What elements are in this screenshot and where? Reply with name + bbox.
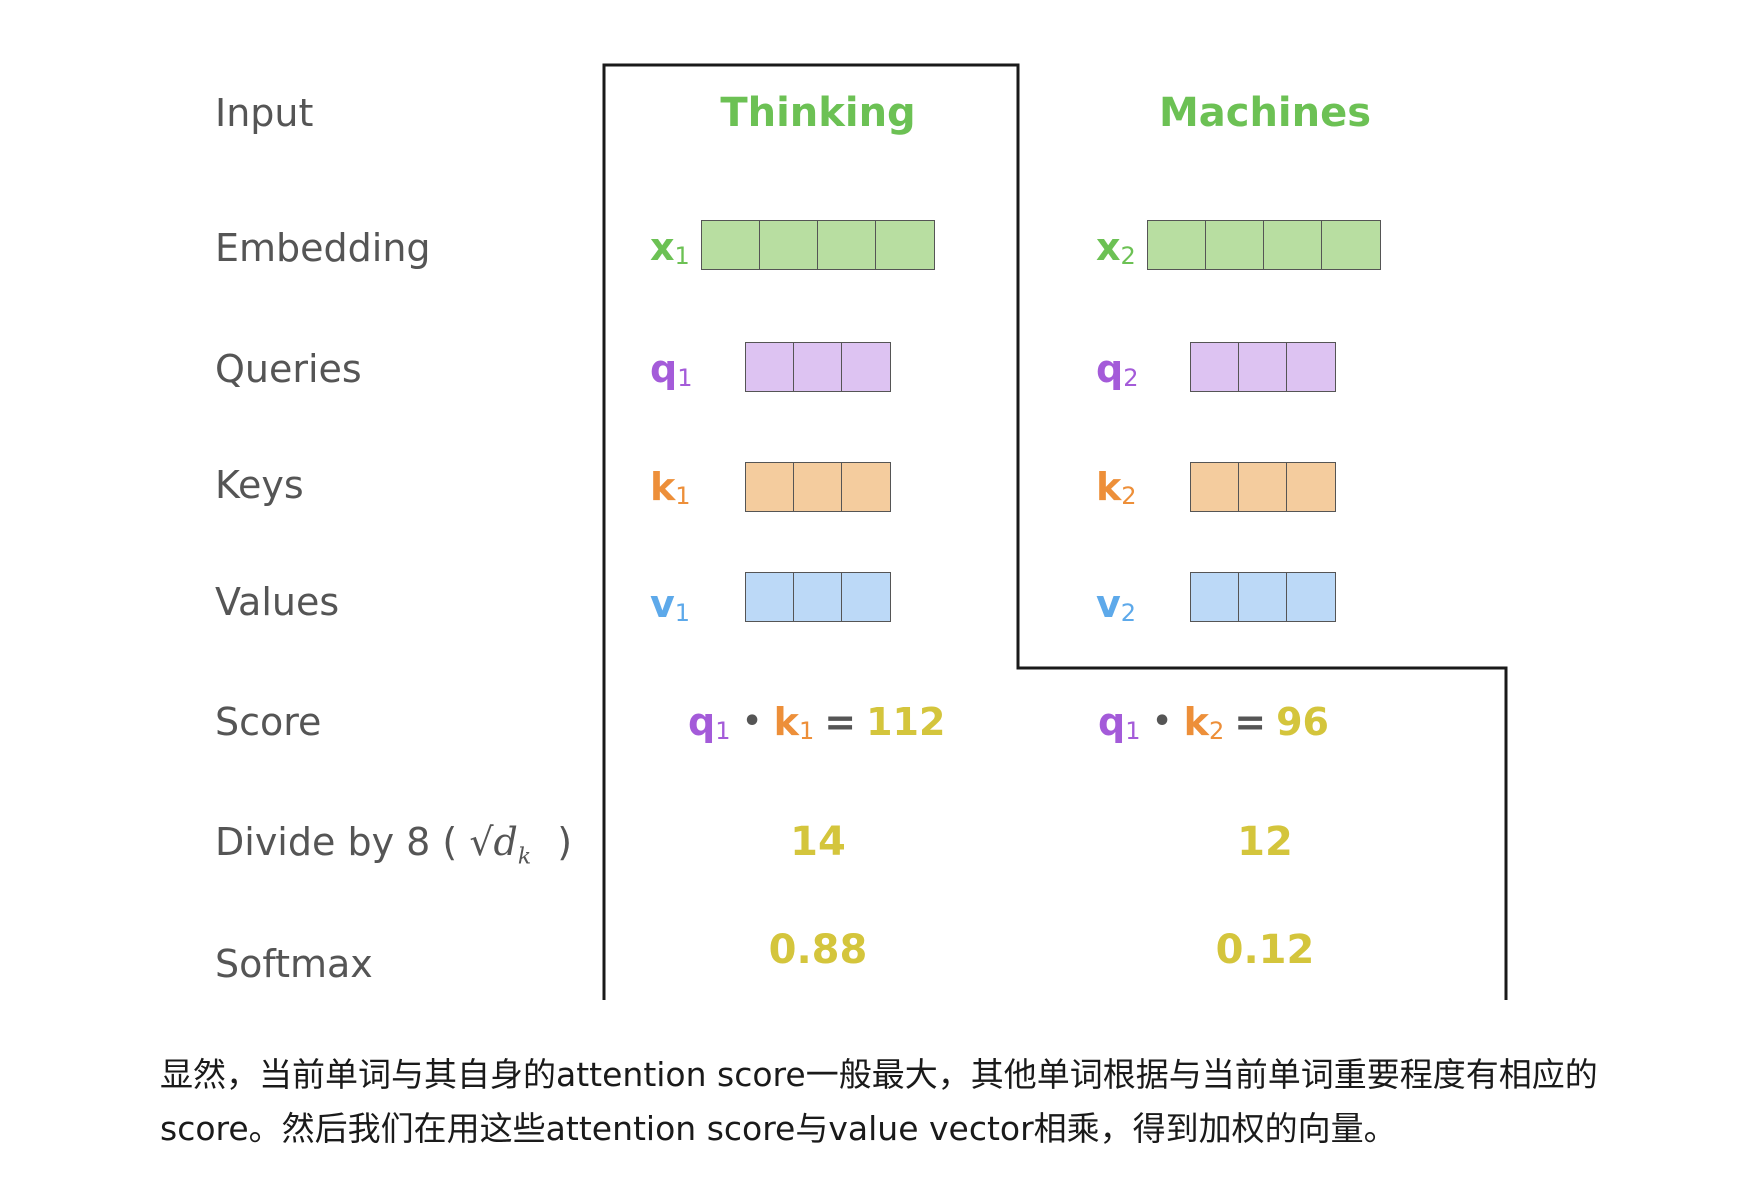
word-machines: Machines [1158,90,1372,136]
key-symbol-2: k2 [1096,465,1137,510]
row-label-queries: Queries [215,347,362,391]
row-label-values: Values [215,580,340,624]
caption-paragraph: 显然，当前单词与其自身的attention score一般最大，其他单词根据与当… [160,1048,1640,1156]
value-cell [794,573,842,621]
divided-score-1: 14 [790,819,846,865]
value-vector-1 [745,572,891,622]
embedding-cell [1206,221,1264,269]
row-label-embedding: Embedding [215,226,431,270]
value-vector-2 [1190,572,1336,622]
caption-line-1: 显然，当前单词与其自身的attention score一般最大，其他单词根据与当… [160,1055,1598,1094]
key-cell [1287,463,1335,511]
key-cell [746,463,794,511]
score-expression-2: q1 • k2 = 96 [1098,703,1329,743]
embedding-cell [1264,221,1322,269]
query-cell [794,343,842,391]
value-cell [1191,573,1239,621]
key-cell [794,463,842,511]
self-attention-diagram: Input Embedding Queries Keys Values Scor… [0,0,1746,1010]
row-label-keys: Keys [215,463,304,507]
equals-sign: = [824,700,857,744]
embedding-symbol-1: x1 [650,225,690,270]
divided-score-2: 12 [1237,819,1293,865]
softmax-value-1: 0.88 [768,927,868,973]
query-vector-1 [745,342,891,392]
query-symbol-1: q1 [650,347,693,392]
embedding-cell [1148,221,1206,269]
divide-text: Divide by 8 ( [215,820,458,864]
key-cell [1191,463,1239,511]
divide-close: ) [557,820,573,864]
embedding-symbol-2: x2 [1096,225,1136,270]
row-label-score: Score [215,700,322,744]
score-value-1: 112 [866,700,946,744]
row-label-softmax: Softmax [215,942,373,986]
score-expression-1: q1 • k1 = 112 [688,703,945,743]
caption-line-2: score。然后我们在用这些attention score与value vect… [160,1109,1397,1148]
score-query: q1 [1098,700,1141,745]
dot-operator: • [1152,704,1172,739]
embedding-vector-2 [1147,220,1381,270]
key-cell [1239,463,1287,511]
query-vector-2 [1190,342,1336,392]
key-vector-1 [745,462,891,512]
embedding-cell [818,221,876,269]
embedding-cell [760,221,818,269]
softmax-value-2: 0.12 [1215,927,1315,973]
query-cell [1191,343,1239,391]
value-symbol-2: v2 [1096,582,1137,627]
value-cell [1287,573,1335,621]
key-vector-2 [1190,462,1336,512]
row-label-input: Input [215,91,314,135]
query-cell [842,343,890,391]
score-value-2: 96 [1276,700,1329,744]
row-label-divide: Divide by 8 ( √dk ) [215,823,572,869]
word-thinking: Thinking [720,90,916,136]
score-key: k2 [1183,700,1225,745]
value-cell [1239,573,1287,621]
query-symbol-2: q2 [1096,347,1139,392]
sqrt-dk: √dk [469,820,532,870]
value-cell [842,573,890,621]
score-key: k1 [773,700,815,745]
query-cell [1287,343,1335,391]
value-cell [746,573,794,621]
embedding-cell [702,221,760,269]
focus-outline-path [602,63,1508,1000]
query-cell [1239,343,1287,391]
embedding-cell [1322,221,1380,269]
key-symbol-1: k1 [650,465,691,510]
equals-sign: = [1234,700,1267,744]
embedding-cell [876,221,934,269]
query-cell [746,343,794,391]
value-symbol-1: v1 [650,582,691,627]
dot-operator: • [742,704,762,739]
embedding-vector-1 [701,220,935,270]
key-cell [842,463,890,511]
score-query: q1 [688,700,731,745]
